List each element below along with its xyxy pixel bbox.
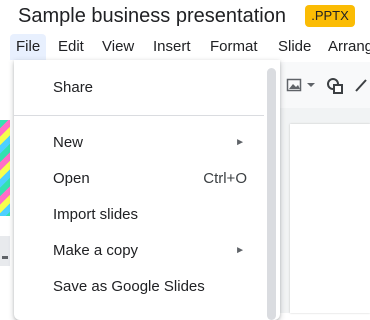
submenu-arrow-icon: ► [235,245,245,256]
submenu-arrow-icon: ► [235,137,245,148]
menu-item-label: Save as Google Slides [53,278,205,295]
image-icon[interactable] [286,77,302,98]
menu-item-label: Import slides [53,206,139,223]
menu-item-open[interactable]: Open Ctrl+O [14,164,264,194]
document-title[interactable]: Sample business presentation [18,3,286,29]
menu-item-label: Share [53,79,94,96]
menu-view[interactable]: View [96,34,140,60]
menu-file[interactable]: File [10,34,47,60]
menu-item-label: Open [53,170,90,187]
menu-item-label: Make a copy [53,242,139,259]
shapes-icon[interactable] [326,77,344,100]
file-menu-dropdown: Share New ► Open Ctrl+O Import slides Ma… [14,60,280,320]
menu-insert[interactable]: Insert [147,34,197,60]
menu-edit[interactable]: Edit [52,34,90,60]
menu-item-label: New [53,134,84,151]
file-type-badge: .PPTX [305,5,355,27]
slide-canvas[interactable] [290,124,370,313]
dropdown-arrow-icon[interactable] [306,77,316,98]
menu-item-make-a-copy[interactable]: Make a copy ► [14,236,264,266]
title-bar: Sample business presentation .PPTX [0,0,370,34]
slide-thumbnail[interactable] [0,236,10,266]
menu-separator [14,115,264,116]
slide-thumbnail[interactable] [0,120,10,216]
menu-scrollbar[interactable] [267,68,276,320]
menu-arrange[interactable]: Arrang [322,34,370,60]
menu-item-import-slides[interactable]: Import slides [14,200,264,230]
menu-bar: File Edit View Insert Format Slide Arran… [0,34,370,60]
menu-item-shortcut: Ctrl+O [203,170,247,187]
menu-item-new[interactable]: New ► [14,128,264,158]
line-icon[interactable] [354,77,368,98]
menu-item-share[interactable]: Share [14,73,264,103]
menu-slide[interactable]: Slide [272,34,317,60]
menu-item-save-as-google-slides[interactable]: Save as Google Slides [14,272,264,302]
menu-format[interactable]: Format [204,34,264,60]
